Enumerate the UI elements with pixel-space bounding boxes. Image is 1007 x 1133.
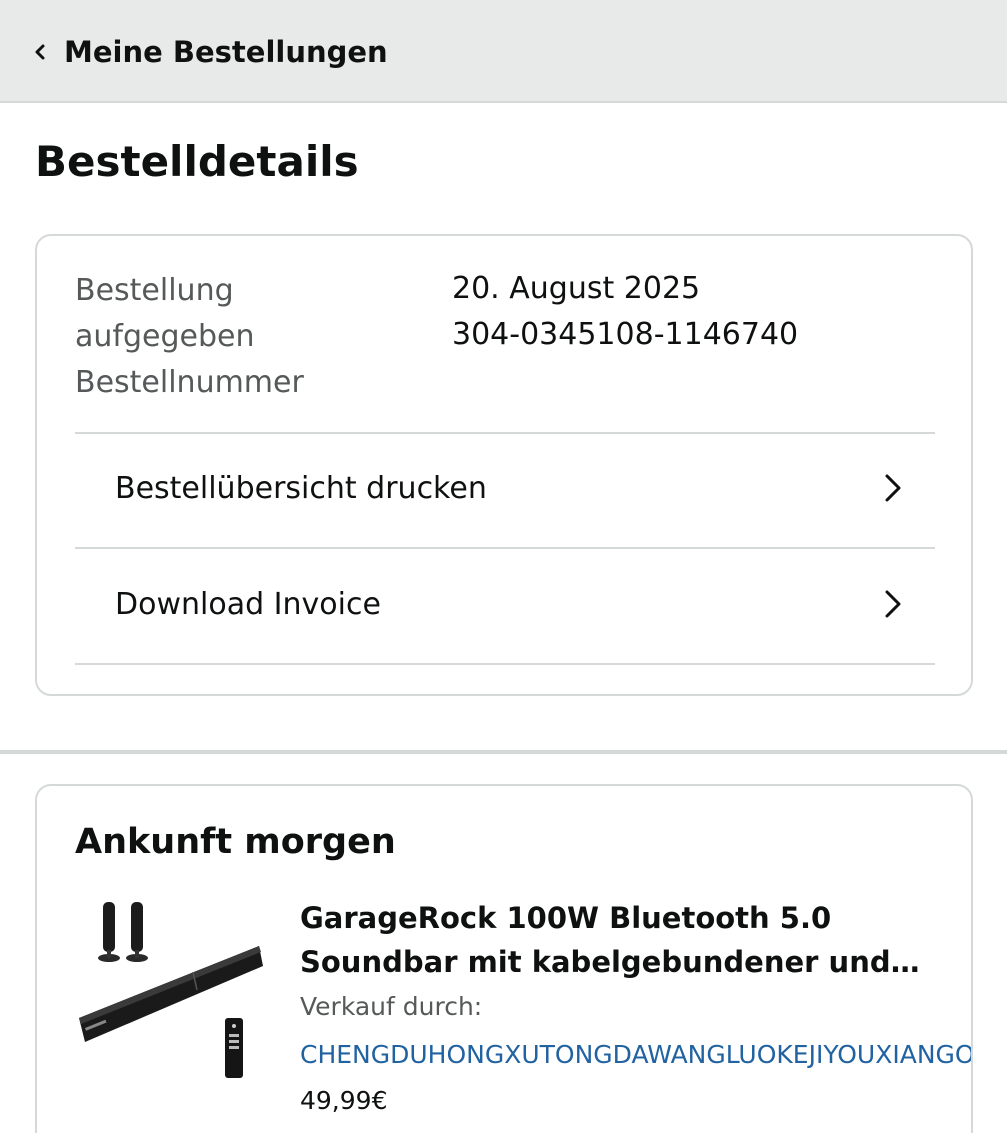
arrival-status: Ankunft morgen	[75, 822, 396, 862]
section-separator	[0, 750, 1007, 754]
print-order-summary-link[interactable]: Bestellübersicht drucken	[75, 432, 935, 544]
page-title: Bestelldetails	[35, 137, 359, 186]
sold-by-label: Verkauf durch:	[300, 992, 483, 1021]
divider	[75, 663, 935, 665]
download-invoice-label: Download Invoice	[115, 586, 381, 622]
product-image[interactable]	[73, 890, 263, 1080]
order-placed-label-line2: aufgegeben	[75, 319, 255, 354]
seller-link[interactable]: CHENGDUHONGXUTONGDAWANGLUOKEJIYOUXIANGON…	[300, 1040, 971, 1069]
order-number: 304-0345108-1146740	[452, 317, 799, 352]
back-link-label: Meine Bestellungen	[64, 35, 388, 69]
product-price: 49,99€	[300, 1086, 388, 1115]
product-title-line2: Soundbar mit kabelgebundener und…	[300, 945, 920, 979]
print-order-summary-label: Bestellübersicht drucken	[115, 470, 487, 506]
product-title[interactable]: GarageRock 100W Bluetooth 5.0 Soundbar m…	[300, 896, 940, 984]
chevron-right-icon	[885, 590, 901, 618]
order-info-labels: Bestellung aufgegeben Bestellnummer	[75, 268, 335, 406]
back-to-orders-link[interactable]: Meine Bestellungen	[28, 32, 388, 72]
download-invoice-link[interactable]: Download Invoice	[75, 548, 935, 660]
chevron-right-icon	[885, 474, 901, 502]
chevron-left-icon	[35, 44, 45, 60]
order-number-label: Bestellnummer	[75, 365, 304, 400]
top-bar: Meine Bestellungen	[0, 0, 1007, 103]
shipment-card: Ankunft morgen GarageRock 100W Bluetooth…	[35, 784, 973, 1133]
product-title-line1: GarageRock 100W Bluetooth 5.0	[300, 901, 832, 935]
order-info-values: 20. August 2025 304-0345108-1146740	[452, 266, 798, 358]
order-placed-label-line1: Bestellung	[75, 273, 234, 308]
order-date: 20. August 2025	[452, 271, 701, 306]
order-info-card: Bestellung aufgegeben Bestellnummer 20. …	[35, 234, 973, 696]
